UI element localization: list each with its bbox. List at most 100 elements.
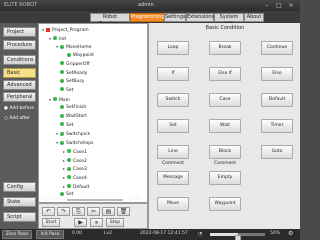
minimize-icon[interactable]: – <box>262 1 272 10</box>
tree-node-label: Switchpick <box>66 132 91 138</box>
tree-node[interactable]: ▾ Init <box>49 35 66 43</box>
tree-node[interactable]: ▸ Case3 <box>63 165 87 173</box>
case-button[interactable]: Case <box>209 93 241 107</box>
delete-icon[interactable]: 🗑 <box>117 207 130 216</box>
tree-node[interactable]: ▾ Switchdrops <box>56 139 93 147</box>
default-button[interactable]: Default <box>261 93 293 107</box>
peripheral-button[interactable]: Peripheral <box>3 92 36 102</box>
switch-button[interactable]: Switch <box>157 93 189 107</box>
move-limit-label: Move Limit <box>42 197 67 202</box>
continue-button[interactable]: Continue <box>261 41 293 55</box>
node-status-icon <box>60 44 64 49</box>
advanced-button[interactable]: Advanced <box>3 80 36 90</box>
else-if-button[interactable]: Else If <box>209 67 241 81</box>
tab-extensions[interactable]: Extensions <box>186 13 214 22</box>
tree-node-label: SetBusy <box>66 79 85 85</box>
state-button[interactable]: State <box>3 197 36 207</box>
tree-node[interactable]: Set <box>56 87 73 95</box>
project-button[interactable]: Project <box>3 27 36 37</box>
tree-node[interactable]: ▾ Main <box>49 96 70 104</box>
undo-icon[interactable]: ↶ <box>42 207 55 216</box>
tree-node[interactable]: ▸ Case2 <box>63 157 87 165</box>
move-button[interactable]: Move <box>157 197 189 211</box>
speed-slider[interactable] <box>210 233 265 240</box>
node-status-icon <box>60 191 64 196</box>
break-button[interactable]: Break <box>209 41 241 55</box>
maximize-icon[interactable]: □ <box>274 1 284 10</box>
add-before-option[interactable]: ● Add before <box>4 106 34 111</box>
zero-pose-button[interactable]: Zero Pose <box>2 230 32 239</box>
if-button[interactable]: If <box>157 67 189 81</box>
tree-node[interactable]: SetBusy <box>56 78 84 86</box>
init-pose-button[interactable]: Init Pose <box>36 230 64 239</box>
empty-button[interactable]: Empty <box>209 171 241 185</box>
node-status-icon <box>67 166 71 171</box>
line-comment-button[interactable]: Line Comment <box>157 145 189 166</box>
tab-robot-teaching[interactable]: Robot Teaching <box>90 13 130 27</box>
copy-icon[interactable]: ⎘ <box>72 207 85 216</box>
node-status-icon <box>60 61 64 66</box>
add-before-label: Add before <box>9 106 34 111</box>
pause-icon[interactable]: ⏸ <box>90 218 103 227</box>
tree-node[interactable]: Set <box>56 122 73 130</box>
conditions-button[interactable]: Conditions <box>3 55 36 65</box>
tree-node[interactable]: ▾ Switchpick <box>56 130 90 138</box>
tree-node-label: GripperOff <box>66 61 90 67</box>
tree-node-label: Set <box>66 192 74 198</box>
config-button[interactable]: Config <box>3 182 36 192</box>
cut-icon[interactable]: ✂ <box>87 207 100 216</box>
waypoint-button[interactable]: Waypoint <box>209 197 241 211</box>
tree-node-label: Project_Program <box>52 28 89 33</box>
node-status-icon <box>53 36 57 41</box>
node-status-icon <box>60 87 64 92</box>
condition-panel: Basic Condition Loop Break Continue If Else … <box>148 23 300 229</box>
loop-button[interactable]: Loop <box>157 41 189 55</box>
tree-node[interactable]: ▾ Project_Program <box>42 26 89 34</box>
tree-node-label: Waypoint <box>73 53 95 59</box>
procedure-button[interactable]: Procedure <box>3 40 36 50</box>
node-status-icon <box>60 104 64 109</box>
title-bar: ELITE ROBOT admin – □ × <box>0 0 300 11</box>
datetime-readout: 2022-08-17 12:41:57 <box>140 231 188 236</box>
tree-node[interactable]: ▸ Case4 <box>63 174 87 182</box>
tab-system-info[interactable]: System Info <box>214 13 244 27</box>
speed-slider-handle[interactable] <box>234 235 241 240</box>
tree-node[interactable]: ▾ MoveHome <box>56 43 91 51</box>
settings-icon[interactable]: ⚙ <box>288 230 293 237</box>
timer-button[interactable]: Timer <box>261 119 293 133</box>
else-button[interactable]: Else <box>261 67 293 81</box>
left-panel: Project Procedure Conditions Basic Advan… <box>0 23 38 229</box>
start-button[interactable]: Start <box>42 218 60 227</box>
value-readout: 0.00 <box>72 231 83 236</box>
basic-button[interactable]: Basic <box>3 68 36 78</box>
program-tree[interactable]: ▾ Project_Program ▾ Init ▾ MoveHome Waypoint Gr… <box>38 23 148 203</box>
play-icon[interactable]: ▶ <box>74 218 87 227</box>
tree-node[interactable]: WaitStart <box>56 113 87 121</box>
add-after-option[interactable]: ○ Add after <box>4 116 30 121</box>
tree-node-label: Init <box>59 36 67 42</box>
set-button[interactable]: Set <box>157 119 189 133</box>
block-comment-button[interactable]: Block Comment <box>209 145 241 166</box>
tab-settings[interactable]: Settings <box>164 13 186 22</box>
script-button[interactable]: Script <box>3 212 36 222</box>
redo-icon[interactable]: ↷ <box>57 207 70 216</box>
goto-button[interactable]: Goto <box>261 145 293 159</box>
tree-node[interactable]: SetReady <box>56 70 87 78</box>
message-button[interactable]: Message <box>157 171 189 185</box>
close-icon[interactable]: × <box>286 1 296 10</box>
step-button[interactable]: Step <box>106 218 124 227</box>
tree-node-label: Case2 <box>73 158 87 164</box>
move-limit-track[interactable] <box>67 199 123 201</box>
tree-node[interactable]: Waypoint <box>63 52 94 60</box>
tab-programming[interactable]: Programming <box>130 13 165 22</box>
wait-button[interactable]: Wait <box>209 119 241 133</box>
node-status-icon <box>60 122 64 127</box>
tree-node[interactable]: GripperOff <box>56 61 90 69</box>
tree-node-label: Set <box>66 122 74 128</box>
app-logo: ELITE ROBOT <box>4 2 37 8</box>
tree-node[interactable]: ▸ Case1 <box>63 148 87 156</box>
paste-icon[interactable]: ▤ <box>102 207 115 216</box>
tab-about[interactable]: About <box>244 13 264 22</box>
tree-node[interactable]: SetFinish <box>56 104 86 112</box>
tree-node[interactable]: ▸ Default <box>63 183 89 191</box>
